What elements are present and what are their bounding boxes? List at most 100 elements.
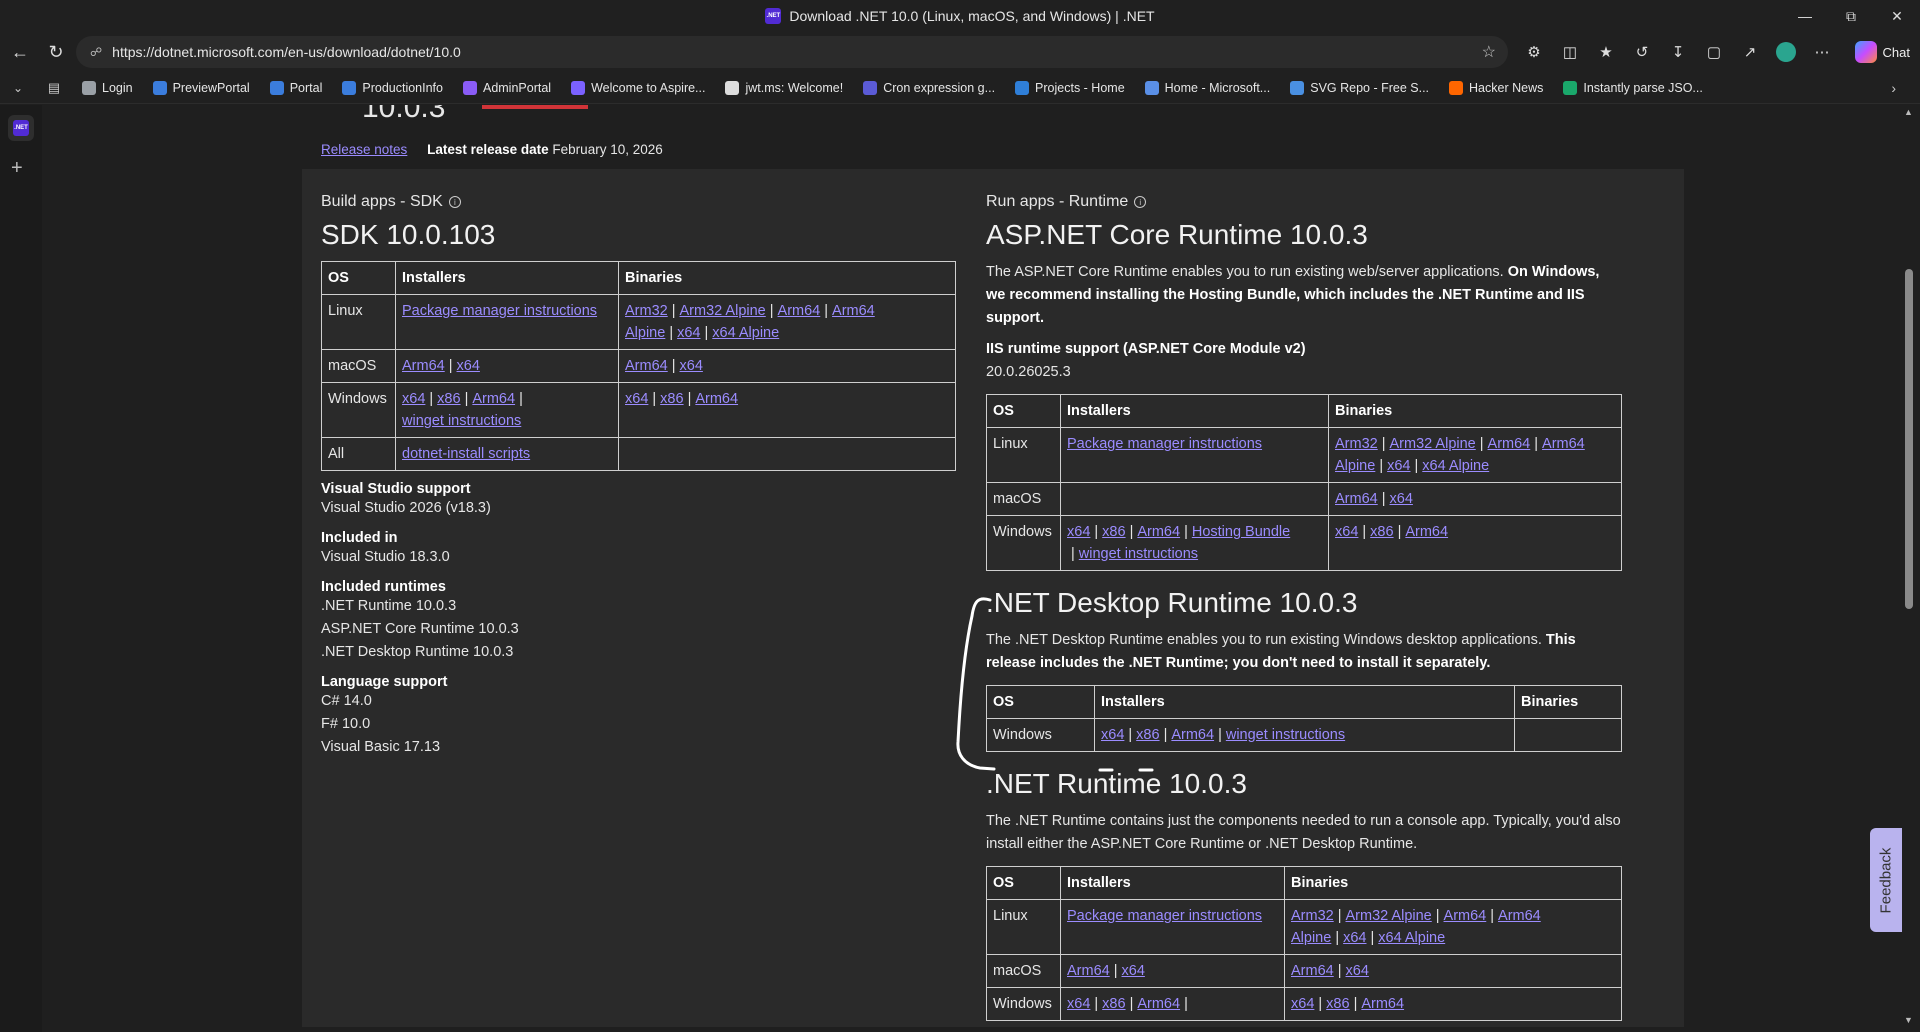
dotnet-install-scripts-link[interactable]: dotnet-install scripts [402, 446, 530, 462]
col-header-binaries: Binaries [1328, 394, 1622, 428]
download-link[interactable]: Arm64 [402, 358, 445, 374]
bookmark-item[interactable]: Projects - Home [1005, 80, 1135, 95]
feedback-button[interactable]: Feedback [1870, 828, 1902, 932]
download-link[interactable]: x64 [1390, 491, 1413, 507]
split-screen-icon[interactable]: ◫ [1552, 34, 1588, 70]
info-icon[interactable]: i [1134, 196, 1147, 208]
download-link[interactable]: Arm64 [1067, 963, 1110, 979]
download-link[interactable]: x86 [1136, 727, 1159, 743]
bookmark-item[interactable]: Portal [260, 80, 333, 95]
bookmark-favicon-icon [725, 80, 740, 95]
download-link[interactable]: Arm64 [625, 358, 668, 374]
bookmark-item[interactable]: PreviewPortal [143, 80, 260, 95]
download-link[interactable]: Arm64 [472, 391, 515, 407]
release-notes-link[interactable]: Release notes [321, 142, 407, 157]
download-link[interactable]: x64 [1067, 524, 1090, 540]
download-link[interactable]: x64 [1387, 458, 1410, 474]
minimize-icon[interactable]: — [1782, 0, 1828, 32]
winget-link[interactable]: winget instructions [1226, 727, 1345, 743]
restore-icon[interactable]: ⧉ [1828, 0, 1874, 32]
download-link[interactable]: x64 [1291, 996, 1314, 1012]
bookmark-item[interactable]: Login [72, 80, 143, 95]
more-options-icon[interactable]: ⋯ [1804, 34, 1840, 70]
download-link[interactable]: x64 [1101, 727, 1124, 743]
download-link[interactable]: x64 [1122, 963, 1145, 979]
download-link[interactable]: Arm64 [1137, 524, 1180, 540]
bookmark-item[interactable]: Cron expression g... [853, 80, 1005, 95]
download-link[interactable]: Arm64 [1291, 963, 1334, 979]
download-link[interactable]: x86 [1370, 524, 1393, 540]
scroll-up-icon[interactable]: ▲ [1904, 107, 1913, 117]
download-link[interactable]: x86 [660, 391, 683, 407]
bookmark-item[interactable]: ProductionInfo [332, 80, 453, 95]
bookmark-item[interactable]: Home - Microsoft... [1135, 80, 1281, 95]
download-link[interactable]: Arm64 [1405, 524, 1448, 540]
refresh-icon[interactable]: ↻ [38, 34, 74, 70]
profile-icon[interactable] [1768, 34, 1804, 70]
chat-button[interactable]: Chat [1854, 38, 1910, 66]
downloads-icon[interactable]: ↧ [1660, 34, 1696, 70]
site-info-icon[interactable]: ☍ [90, 45, 102, 59]
screenshot-icon[interactable]: ▢ [1696, 34, 1732, 70]
download-link[interactable]: Arm64 [1361, 996, 1404, 1012]
bookmark-item[interactable]: jwt.ms: Welcome! [715, 80, 853, 95]
download-link[interactable]: x64 Alpine [1422, 458, 1489, 474]
download-link[interactable]: Arm32 Alpine [1390, 436, 1476, 452]
url-text[interactable]: https://dotnet.microsoft.com/en-us/downl… [112, 44, 461, 60]
download-link[interactable]: Arm64 [1171, 727, 1214, 743]
download-link[interactable]: Arm64 [1137, 996, 1180, 1012]
download-link[interactable]: x64 [1067, 996, 1090, 1012]
winget-link[interactable]: winget instructions [402, 413, 521, 429]
download-link[interactable]: x64 [402, 391, 425, 407]
new-tab-icon[interactable]: + [11, 157, 23, 180]
download-link[interactable]: Arm32 Alpine [680, 303, 766, 319]
download-link[interactable]: Arm64 [778, 303, 821, 319]
download-link[interactable]: x64 [680, 358, 703, 374]
download-link[interactable]: Arm32 [1335, 436, 1378, 452]
extensions-icon[interactable]: ⚙ [1516, 34, 1552, 70]
download-link[interactable]: x64 Alpine [712, 325, 779, 341]
address-bar[interactable]: ☍ https://dotnet.microsoft.com/en-us/dow… [76, 36, 1508, 68]
download-link[interactable]: Arm64 [695, 391, 738, 407]
download-link[interactable]: Arm32 Alpine [1346, 908, 1432, 924]
chevron-down-icon[interactable]: ⌄ [0, 81, 36, 95]
favorite-star-icon[interactable]: ☆ [1482, 42, 1496, 62]
share-icon[interactable]: ↗ [1732, 34, 1768, 70]
download-link[interactable]: x86 [1326, 996, 1349, 1012]
bookmark-item[interactable]: Hacker News [1439, 80, 1553, 95]
scroll-down-icon[interactable]: ▼ [1904, 1015, 1913, 1025]
package-manager-link[interactable]: Package manager instructions [1067, 436, 1262, 452]
download-link[interactable]: x64 [625, 391, 648, 407]
download-link[interactable]: Arm64 [1444, 908, 1487, 924]
tab-actions-icon[interactable]: ▤ [36, 80, 72, 96]
download-link[interactable]: Arm64 [1488, 436, 1531, 452]
download-link[interactable]: x64 [1343, 930, 1366, 946]
download-link[interactable]: x64 [1335, 524, 1358, 540]
package-manager-link[interactable]: Package manager instructions [1067, 908, 1262, 924]
download-link[interactable]: x86 [437, 391, 460, 407]
package-manager-link[interactable]: Package manager instructions [402, 303, 597, 319]
download-link[interactable]: x64 [1346, 963, 1369, 979]
download-link[interactable]: Hosting Bundle [1192, 524, 1290, 540]
close-icon[interactable]: ✕ [1874, 0, 1920, 32]
download-link[interactable]: Arm32 [1291, 908, 1334, 924]
download-link[interactable]: x64 [457, 358, 480, 374]
back-icon[interactable]: ← [2, 34, 38, 70]
favorites-icon[interactable]: ★ [1588, 34, 1624, 70]
bookmark-item[interactable]: SVG Repo - Free S... [1280, 80, 1439, 95]
winget-link[interactable]: winget instructions [1079, 546, 1198, 562]
info-icon[interactable]: i [448, 196, 461, 208]
bookmark-item[interactable]: AdminPortal [453, 80, 561, 95]
bookmark-item[interactable]: Instantly parse JSO... [1553, 80, 1713, 95]
active-tab[interactable]: .NET [8, 115, 34, 141]
download-link[interactable]: x86 [1102, 996, 1125, 1012]
history-icon[interactable]: ↺ [1624, 34, 1660, 70]
download-link[interactable]: Arm32 [625, 303, 668, 319]
download-link[interactable]: x64 Alpine [1378, 930, 1445, 946]
download-link[interactable]: x86 [1102, 524, 1125, 540]
download-link[interactable]: x64 [677, 325, 700, 341]
chevron-right-icon[interactable]: › [1891, 80, 1896, 96]
scroll-thumb[interactable] [1905, 269, 1913, 609]
download-link[interactable]: Arm64 [1335, 491, 1378, 507]
bookmark-item[interactable]: Welcome to Aspire... [561, 80, 715, 95]
